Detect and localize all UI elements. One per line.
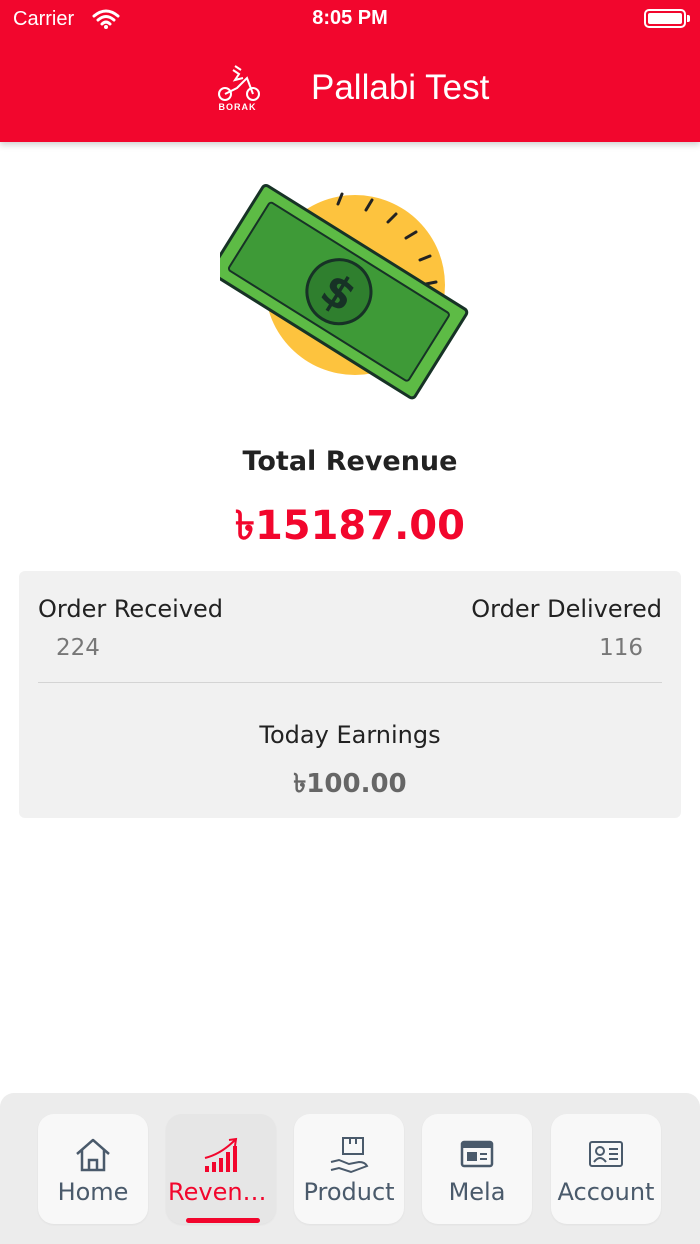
- home-icon: [76, 1138, 110, 1172]
- order-delivered-label: Order Delivered: [471, 595, 662, 623]
- status-time: 8:05 PM: [312, 7, 388, 29]
- battery-icon: [644, 9, 690, 28]
- chart-up-icon: [204, 1137, 238, 1172]
- order-delivered-value: 116: [599, 635, 643, 661]
- tab-home[interactable]: Home: [38, 1114, 148, 1224]
- id-card-icon: [589, 1141, 623, 1167]
- browser-window-icon: [460, 1140, 494, 1168]
- scooter-icon: [218, 65, 260, 101]
- divider: [38, 682, 662, 683]
- borak-logo: BORAK: [195, 64, 280, 116]
- total-revenue-label: Total Revenue: [242, 446, 458, 477]
- tab-account[interactable]: Account: [551, 1114, 661, 1224]
- logo-text: BORAK: [218, 102, 257, 112]
- page-title: Pallabi Test: [311, 68, 490, 107]
- app-header: Carrier 8:05 PM BORAK Pallabi Test: [0, 0, 700, 142]
- tab-account-label: Account: [557, 1178, 655, 1206]
- tab-mela[interactable]: Mela: [422, 1114, 532, 1224]
- tab-home-label: Home: [57, 1178, 129, 1206]
- order-received-value: 224: [56, 635, 100, 661]
- stats-card: Order Received 224 Order Delivered 116 T…: [19, 571, 681, 818]
- today-earnings-label: Today Earnings: [259, 721, 441, 749]
- tab-product[interactable]: Product: [294, 1114, 404, 1224]
- active-tab-indicator: [186, 1218, 260, 1223]
- order-received-label: Order Received: [38, 595, 224, 623]
- today-earnings-value: ৳100.00: [293, 769, 407, 799]
- money-illustration: $: [220, 184, 469, 400]
- tab-mela-label: Mela: [448, 1178, 506, 1206]
- product-box-icon: [330, 1137, 369, 1174]
- tab-revenue[interactable]: Revenu...: [166, 1114, 276, 1224]
- total-revenue-value: ৳15187.00: [235, 503, 465, 549]
- tab-product-label: Product: [303, 1178, 395, 1206]
- tab-revenue-label: Revenu...: [168, 1178, 276, 1206]
- bottom-nav: Home Revenu... Product Mela Account: [0, 1093, 700, 1244]
